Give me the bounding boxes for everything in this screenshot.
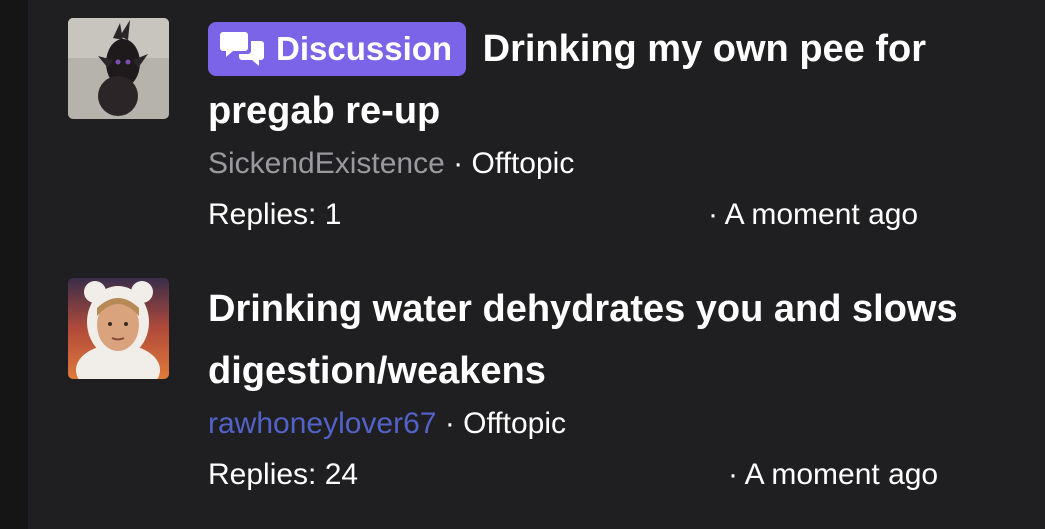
meta-separator: · <box>453 147 464 180</box>
forum-link[interactable]: Offtopic <box>463 407 566 440</box>
last-activity-time[interactable]: · A moment ago <box>728 458 938 492</box>
last-activity-time[interactable]: · A moment ago <box>708 198 918 232</box>
author-link[interactable]: SickendExistence <box>208 147 445 180</box>
thread-title[interactable]: Discussion Drinking my own pee for prega… <box>208 18 1008 142</box>
thread-meta: SickendExistence · Offtopic <box>208 144 1008 184</box>
discussion-badge-label: Discussion <box>276 30 453 67</box>
meta-separator: · <box>444 407 455 440</box>
discussion-badge: Discussion <box>208 22 467 76</box>
thread-title-text[interactable]: Drinking water dehydrates you and slows … <box>208 288 958 392</box>
thread-title[interactable]: Drinking water dehydrates you and slows … <box>208 278 1008 402</box>
replies-count: Replies: 24 <box>208 458 359 491</box>
avatar[interactable] <box>68 18 169 119</box>
forum-link[interactable]: Offtopic <box>471 147 574 180</box>
thread-stats: Replies: 1 · A moment ago <box>208 198 1008 244</box>
left-edge-strip <box>0 0 28 529</box>
replies-count: Replies: 1 <box>208 198 342 231</box>
thread-content: Drinking water dehydrates you and slows … <box>208 278 1008 504</box>
thread-meta: rawhoneylover67 · Offtopic <box>208 404 1008 444</box>
thread-list-page: Discussion Drinking my own pee for prega… <box>0 0 1045 529</box>
author-link[interactable]: rawhoneylover67 <box>208 407 436 440</box>
thread-content: Discussion Drinking my own pee for prega… <box>208 18 1008 244</box>
avatar[interactable] <box>68 278 169 379</box>
discussion-chat-icon <box>220 32 264 66</box>
thread-stats: Replies: 24 · A moment ago <box>208 458 1008 504</box>
